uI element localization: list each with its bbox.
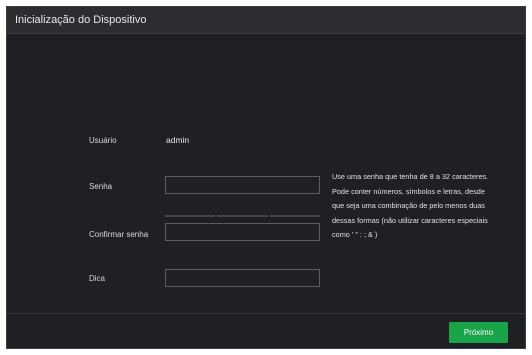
dialog-footer: Próximo <box>7 313 525 348</box>
next-button[interactable]: Próximo <box>449 322 508 343</box>
password-input[interactable] <box>165 176 320 194</box>
confirm-password-label: Confirmar senha <box>89 230 149 239</box>
password-label: Senha <box>89 182 113 191</box>
dialog-title: Inicialização do Dispositivo <box>15 14 147 26</box>
password-requirements-text: Use uma senha que tenha de 8 a 32 caract… <box>332 172 489 239</box>
hint-input[interactable] <box>165 269 320 287</box>
strength-segment <box>217 215 268 217</box>
strength-segment <box>165 215 216 217</box>
password-strength-meter <box>165 215 320 217</box>
strength-segment <box>269 215 320 217</box>
username-label: Usuário <box>89 136 117 145</box>
dialog-titlebar: Inicialização do Dispositivo <box>7 7 525 34</box>
username-value: admin <box>166 135 190 145</box>
dialog-body: Usuário admin Senha Confirmar senha Dica… <box>7 34 525 316</box>
device-initialization-dialog: Inicialização do Dispositivo Usuário adm… <box>6 6 526 349</box>
hint-label: Dica <box>89 274 106 283</box>
confirm-password-input[interactable] <box>165 223 320 241</box>
